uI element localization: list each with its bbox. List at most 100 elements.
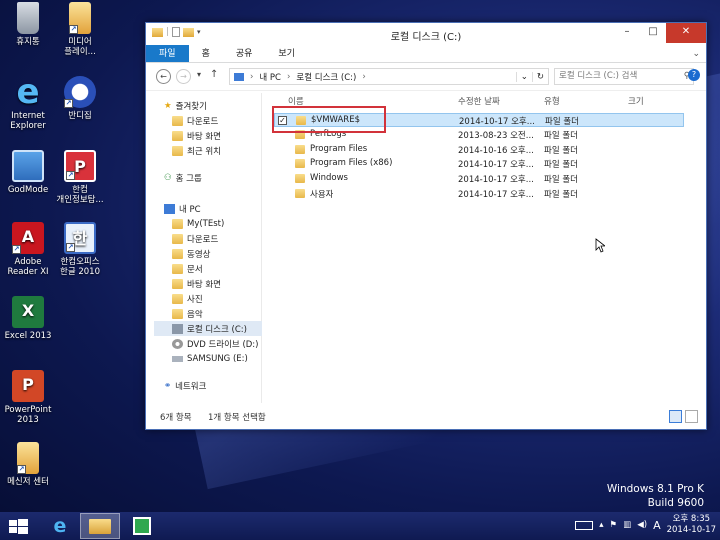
taskbar-ie-button[interactable]: e (40, 513, 80, 539)
ribbon-expand-icon[interactable]: ⌄ (686, 45, 706, 62)
nav-pc-item[interactable]: 다운로드 (172, 231, 218, 246)
start-button[interactable] (0, 513, 40, 539)
selection-count: 1개 항목 선택함 (208, 413, 266, 423)
nav-favorite-item[interactable]: 다운로드 (172, 113, 218, 128)
desktop-icon[interactable]: P ↗ 한컴 개인정보탐... (52, 150, 108, 205)
powerpoint-icon: P (12, 370, 44, 402)
minimize-button[interactable]: – (614, 23, 640, 43)
recycle-bin-icon (17, 2, 39, 34)
network-tray-icon[interactable]: ▥ (623, 520, 631, 531)
desktop-icon[interactable]: 한 ↗ 한컴오피스 한글 2010 (52, 222, 108, 277)
refresh-icon[interactable]: ↻ (531, 71, 548, 82)
tab-home[interactable]: 홈 (189, 45, 223, 62)
messenger-icon: ↗ (17, 442, 39, 474)
desktop-icon[interactable]: ↗ 메신저 센터 (0, 442, 56, 487)
recent-locations-icon[interactable]: ▾ (197, 70, 201, 79)
status-bar: 6개 항목 1개 항목 선택함 (146, 401, 706, 429)
desktop-icon[interactable]: e Internet Explorer (0, 75, 56, 131)
desktop-icon-label: Excel 2013 (4, 331, 52, 341)
desktop-icon-label: Internet (11, 111, 45, 121)
action-center-icon[interactable]: ⚑ (610, 520, 618, 531)
nav-favorites[interactable]: ★ 즐겨찾기 (164, 98, 207, 113)
file-row[interactable]: Program Files (x86) 2014-10-17 오후... 파일 폴더 (274, 157, 684, 171)
desktop-icon[interactable]: 휴지통 (0, 2, 56, 47)
tab-share[interactable]: 공유 (223, 45, 266, 62)
desktop-icon-label: 2013 (17, 415, 39, 425)
file-row[interactable]: Program Files 2014-10-16 오후... 파일 폴더 (274, 143, 684, 157)
desktop-icon-label: 미디어 (68, 37, 92, 47)
system-tray: ▴ ⚑ ▥ ◀) A 오후 8:35 2014-10-17 (575, 514, 716, 536)
nav-pc-item[interactable]: 사진 (172, 291, 203, 306)
clock-date: 2014-10-17 (666, 525, 716, 535)
taskbar: e ▴ ⚑ ▥ ◀) A 오후 8:35 2014-10-17 (0, 512, 720, 540)
taskbar-explorer-button[interactable] (80, 513, 120, 539)
forward-button[interactable]: → (176, 69, 191, 84)
file-type: 파일 폴더 (544, 175, 578, 186)
desktop-icon-label: Adobe (14, 257, 42, 267)
details-view-icon[interactable] (669, 410, 682, 423)
tray-arrow-icon[interactable]: ▴ (599, 520, 603, 531)
tab-view[interactable]: 보기 (265, 45, 308, 62)
nav-pc-item[interactable]: DVD 드라이브 (D:) (172, 336, 258, 351)
nav-homegroup[interactable]: ⚇ 홈 그룹 (164, 170, 202, 185)
desktop-icon-label: Explorer (10, 121, 46, 131)
ime-indicator[interactable]: A (653, 520, 661, 531)
desktop-icon[interactable]: GodMode (0, 150, 56, 195)
desktop-icon-label: 한컴 (72, 185, 88, 195)
hangul-icon: 한 ↗ (64, 222, 96, 254)
godmode-icon (12, 150, 44, 182)
title-bar[interactable]: | ▾ 로컬 디스크 (C:) – □ ✕ (146, 23, 706, 45)
address-row: ← → ▾ ↑ › 내 PC › 로컬 디스크 (C:) › ⌄ ↻ 로컬 디스… (146, 63, 706, 91)
search-input[interactable]: 로컬 디스크 (C:) 검색 (559, 71, 637, 81)
up-arrow-icon[interactable]: ↑ (210, 69, 218, 80)
nav-pc-item[interactable]: 음악 (172, 306, 203, 321)
desktop-icon-label: Reader XI (7, 267, 49, 277)
file-row[interactable]: Windows 2014-10-17 오후... 파일 폴더 (274, 172, 684, 186)
back-button[interactable]: ← (156, 69, 171, 84)
desktop-icon-label: PowerPoint (4, 405, 52, 415)
nav-pc-item[interactable]: 로컬 디스크 (C:) (154, 321, 262, 336)
help-icon[interactable]: ? (688, 69, 700, 81)
address-bar[interactable]: › 내 PC › 로컬 디스크 (C:) › ⌄ ↻ (229, 68, 549, 85)
desktop-icon[interactable]: ↗ 미디어 플레이... (52, 2, 108, 57)
nav-pc-item[interactable]: My(TEst) (172, 216, 224, 231)
folder-icon (172, 218, 183, 229)
nav-pc-item[interactable]: SAMSUNG (E:) (172, 351, 248, 366)
nav-this-pc[interactable]: 내 PC (164, 201, 201, 216)
nav-favorite-item[interactable]: 바탕 화면 (172, 128, 221, 143)
nav-pc-item[interactable]: 동영상 (172, 246, 210, 261)
address-dropdown-icon[interactable]: ⌄ (515, 71, 532, 82)
breadcrumb-this-pc[interactable]: 내 PC (259, 71, 281, 83)
nav-network[interactable]: ⚭ 네트워크 (164, 378, 206, 393)
folder-icon (295, 174, 305, 184)
nav-pc-item[interactable]: 문서 (172, 261, 203, 276)
breadcrumb-local-disk[interactable]: 로컬 디스크 (C:) (296, 71, 356, 83)
windows-logo-icon (9, 519, 28, 534)
desktop-icon[interactable]: A ↗ Adobe Reader XI (0, 222, 56, 277)
close-button[interactable]: ✕ (666, 23, 706, 43)
file-row[interactable]: 사용자 2014-10-17 오후... 파일 폴더 (274, 187, 684, 201)
column-size[interactable]: 크기 (628, 95, 644, 107)
folder-icon (295, 159, 305, 169)
bandizip-icon: ↗ (64, 76, 96, 108)
nav-favorite-item[interactable]: 최근 위치 (172, 143, 221, 158)
desktop-icon[interactable]: ↗ 반디집 (52, 76, 108, 121)
keyboard-icon[interactable] (575, 520, 594, 530)
desktop-icon[interactable]: P PowerPoint 2013 (0, 370, 56, 425)
star-icon: ★ (164, 100, 172, 111)
nav-pc-item[interactable]: 바탕 화면 (172, 276, 221, 291)
clock[interactable]: 오후 8:35 2014-10-17 (667, 514, 716, 536)
folder-icon (295, 189, 305, 198)
taskbar-store-button[interactable] (122, 513, 162, 539)
search-box[interactable]: 로컬 디스크 (C:) 검색 ⚲ (554, 68, 694, 85)
file-name: Program Files (310, 143, 368, 154)
maximize-button[interactable]: □ (640, 23, 666, 43)
column-date[interactable]: 수정한 날짜 (458, 95, 500, 107)
desktop-icon-label: 한글 2010 (60, 267, 100, 277)
volume-icon[interactable]: ◀) (637, 520, 647, 531)
tab-file[interactable]: 파일 (146, 45, 189, 62)
hancom-privacy-icon: P ↗ (64, 150, 96, 182)
large-icons-view-icon[interactable] (685, 410, 698, 423)
column-type[interactable]: 유형 (544, 95, 560, 107)
desktop-icon[interactable]: X Excel 2013 (0, 296, 56, 341)
